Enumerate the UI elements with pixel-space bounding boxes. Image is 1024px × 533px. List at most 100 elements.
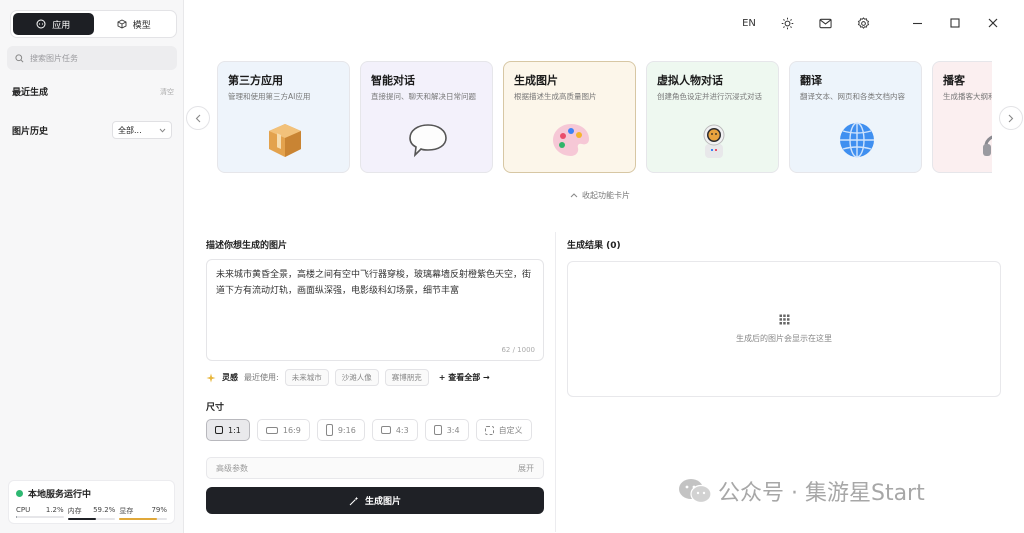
astronaut-icon: [692, 118, 736, 162]
history-filter-select[interactable]: 全部...: [112, 121, 172, 139]
metric-value: 79%: [151, 506, 168, 514]
panel-divider: [555, 232, 556, 532]
clear-recent-button[interactable]: 清空: [160, 87, 174, 97]
cards-prev-button[interactable]: [186, 106, 210, 130]
size-options: 1:1 16:9 9:16 4:3 3:4 自定义: [206, 419, 544, 441]
advanced-expand-label: 展开: [518, 463, 534, 473]
size-option-4[interactable]: 3:4: [424, 419, 469, 441]
metric-bar: [16, 516, 64, 518]
metric-2: 显存 79%: [119, 506, 168, 520]
maximize-icon: [950, 18, 960, 28]
advanced-params-toggle[interactable]: 高级参数 展开: [206, 457, 544, 479]
chat-bubble-icon: [36, 19, 46, 29]
card-title: 播客: [943, 74, 965, 87]
size-option-1[interactable]: 16:9: [256, 419, 310, 441]
inspiration-chip[interactable]: 未来城市: [284, 369, 329, 386]
card-title: 虚拟人物对话: [657, 74, 723, 87]
recent-title: 最近生成: [12, 88, 49, 98]
feature-card-3[interactable]: 虚拟人物对话创建角色设定并进行沉浸式对话: [646, 61, 779, 173]
palette-icon: [549, 118, 593, 162]
card-title: 生成图片: [514, 74, 558, 87]
history-section: 图片历史 全部...: [12, 121, 172, 139]
generate-button[interactable]: 生成图片: [206, 487, 544, 514]
size-label: 4:3: [395, 425, 409, 435]
search-icon: [15, 53, 24, 62]
feature-card-4[interactable]: 翻译 翻译文本、网页和各类文档内容: [789, 61, 922, 173]
results-title: 生成结果 (0): [567, 241, 621, 251]
speech-bubble-icon: [406, 118, 450, 162]
sparkle-icon: [206, 373, 216, 382]
metric-bar-fill: [119, 518, 157, 520]
aspect-ratio-icon: [484, 425, 494, 435]
recent-used-label: 最近使用:: [244, 373, 279, 382]
cards-next-button[interactable]: [999, 106, 1023, 130]
inspiration-chip[interactable]: 赛博朋克: [384, 369, 429, 386]
card-desc: 生成播客大纲和主动问题: [943, 92, 992, 101]
metric-label: 内存: [67, 507, 82, 515]
aspect-ratio-icon: [433, 425, 442, 435]
size-option-0[interactable]: 1:1: [206, 419, 250, 441]
size-option-2[interactable]: 9:16: [316, 419, 365, 441]
aspect-ratio-icon: [325, 424, 333, 436]
history-filter-value: 全部...: [118, 125, 142, 135]
prompt-text: 未来城市黄昏全景，高楼之间有空中飞行器穿梭，玻璃幕墙反射橙紫色天空，街道下方有流…: [216, 270, 532, 296]
gear-icon: [857, 16, 869, 29]
aspect-ratio-icon: [380, 426, 391, 434]
aspect-ratio-icon: [265, 426, 278, 434]
inspiration-bar: 灵感 最近使用: 未来城市 沙滩人像 赛博朋克 + 查看全部 →: [206, 369, 544, 386]
card-title: 智能对话: [371, 74, 415, 87]
tab-apps[interactable]: 应用: [13, 13, 94, 35]
card-desc: 根据描述生成高质量图片: [514, 92, 597, 101]
minimize-button[interactable]: [898, 9, 936, 37]
inspiration-chip[interactable]: 沙滩人像: [334, 369, 379, 386]
metric-bar: [67, 518, 116, 520]
feature-cards-area: 第三方应用 管理和使用第三方AI应用 智能对话 直接提问、聊天和解决日常问题 生成图片根…: [184, 50, 1024, 210]
advanced-params-label: 高级参数: [216, 463, 248, 473]
globe-icon: [835, 118, 879, 162]
mode-switch: 应用 模型: [10, 10, 177, 38]
size-label: 尺寸: [206, 403, 225, 413]
feature-card-0[interactable]: 第三方应用 管理和使用第三方AI应用: [217, 61, 350, 173]
status-title: 本地服务运行中: [28, 490, 92, 500]
history-title: 图片历史: [12, 126, 49, 137]
card-title: 翻译: [800, 74, 822, 87]
close-button[interactable]: [974, 9, 1012, 37]
view-all-link[interactable]: + 查看全部 →: [439, 372, 490, 383]
minimize-icon: [912, 22, 922, 24]
tab-apps-label: 应用: [52, 20, 71, 31]
size-label: 1:1: [228, 425, 241, 435]
language-label: EN: [742, 17, 756, 29]
settings-button[interactable]: [844, 9, 882, 37]
feature-card-5[interactable]: 播客生成播客大纲和主动问题: [932, 61, 992, 173]
headphones-icon: [978, 118, 992, 162]
size-label: 3:4: [446, 425, 460, 435]
collapse-cards-button[interactable]: 收起功能卡片: [570, 190, 630, 201]
size-option-3[interactable]: 4:3: [371, 419, 418, 441]
maximize-button[interactable]: [936, 9, 974, 37]
mail-icon: [818, 18, 832, 28]
metric-0: CPU 1.2%: [16, 506, 64, 520]
feature-cards: 第三方应用 管理和使用第三方AI应用 智能对话 直接提问、聊天和解决日常问题 生成图片根…: [217, 61, 992, 175]
size-option-5[interactable]: 自定义: [475, 419, 532, 441]
wechat-logo-icon: [679, 479, 712, 504]
tab-models[interactable]: 模型: [94, 13, 175, 35]
prompt-textarea[interactable]: 未来城市黄昏全景，高楼之间有空中飞行器穿梭，玻璃幕墙反射橙紫色天空，街道下方有流…: [206, 259, 544, 361]
tab-models-label: 模型: [132, 20, 151, 31]
language-button[interactable]: EN: [730, 9, 768, 37]
collapse-cards-label: 收起功能卡片: [582, 191, 630, 200]
search-input[interactable]: [30, 53, 160, 63]
card-desc: 管理和使用第三方AI应用: [228, 92, 311, 101]
mail-button[interactable]: [806, 9, 844, 37]
chevron-up-icon: [570, 193, 578, 198]
size-label: 9:16: [337, 425, 356, 435]
card-desc: 创建角色设定并进行沉浸式对话: [657, 92, 762, 101]
feature-card-1[interactable]: 智能对话 直接提问、聊天和解决日常问题: [360, 61, 493, 173]
theme-button[interactable]: [768, 9, 806, 37]
feature-card-2[interactable]: 生成图片根据描述生成高质量图片: [503, 61, 636, 173]
generate-button-label: 生成图片: [364, 497, 401, 507]
metric-label: CPU: [16, 506, 31, 514]
prompt-label: 描述你想生成的图片: [206, 241, 288, 251]
generate-form: 描述你想生成的图片 未来城市黄昏全景，高楼之间有空中飞行器穿梭，玻璃幕墙反射橙紫…: [206, 238, 544, 514]
metric-value: 59.2%: [93, 506, 116, 514]
char-counter: 62 / 1000: [501, 346, 535, 354]
